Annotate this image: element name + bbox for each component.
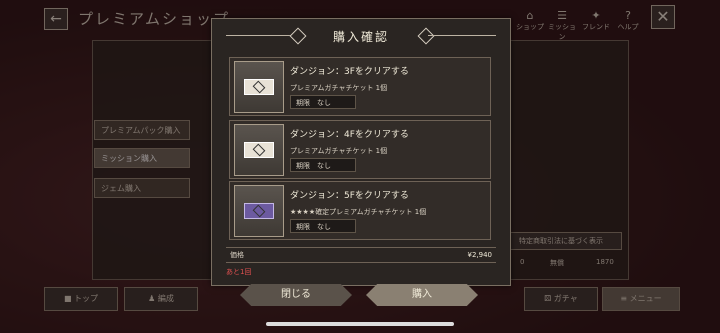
list-item: ダンジョン：5Fをクリアする ★★★★確定プレミアムガチャチケット 1個 期限 …	[229, 181, 491, 240]
ticket-thumbnail	[234, 124, 284, 176]
item-limit: 期限 なし	[290, 219, 356, 233]
ticket-thumbnail	[234, 61, 284, 113]
price-row: 価格 ¥2,940	[226, 247, 496, 263]
list-item: ダンジョン：4Fをクリアする プレミアムガチャチケット 1個 期限 なし	[229, 120, 491, 179]
item-limit: 期限 なし	[290, 158, 356, 172]
item-title: ダンジョン：3Fをクリアする	[290, 67, 409, 77]
close-dialog-button[interactable]: 閉じる	[240, 284, 352, 306]
item-reward: プレミアムガチャチケット 1個	[290, 147, 388, 155]
remaining-count: あと1回	[226, 268, 252, 276]
purchase-confirm-dialog: 購入確認 ダンジョン：3Fをクリアする プレミアムガチャチケット 1個 期限 な…	[211, 18, 511, 286]
dialog-header: 購入確認	[212, 19, 510, 51]
item-list[interactable]: ダンジョン：3Fをクリアする プレミアムガチャチケット 1個 期限 なし ダンジ…	[226, 57, 496, 243]
ticket-icon	[244, 79, 274, 95]
price-label: 価格	[230, 251, 244, 259]
home-indicator[interactable]	[266, 322, 454, 326]
ticket-thumbnail	[234, 185, 284, 237]
list-item: ダンジョン：3Fをクリアする プレミアムガチャチケット 1個 期限 なし	[229, 57, 491, 116]
premium-ticket-icon	[244, 203, 274, 219]
price-value: ¥2,940	[467, 251, 493, 259]
item-limit: 期限 なし	[290, 95, 356, 109]
item-title: ダンジョン：4Fをクリアする	[290, 130, 409, 140]
ticket-icon	[244, 142, 274, 158]
buy-button[interactable]: 購入	[366, 284, 478, 306]
dialog-title: 購入確認	[332, 30, 389, 44]
item-reward: プレミアムガチャチケット 1個	[290, 84, 388, 92]
item-title: ダンジョン：5Fをクリアする	[290, 191, 409, 201]
item-reward: ★★★★確定プレミアムガチャチケット 1個	[290, 208, 427, 216]
